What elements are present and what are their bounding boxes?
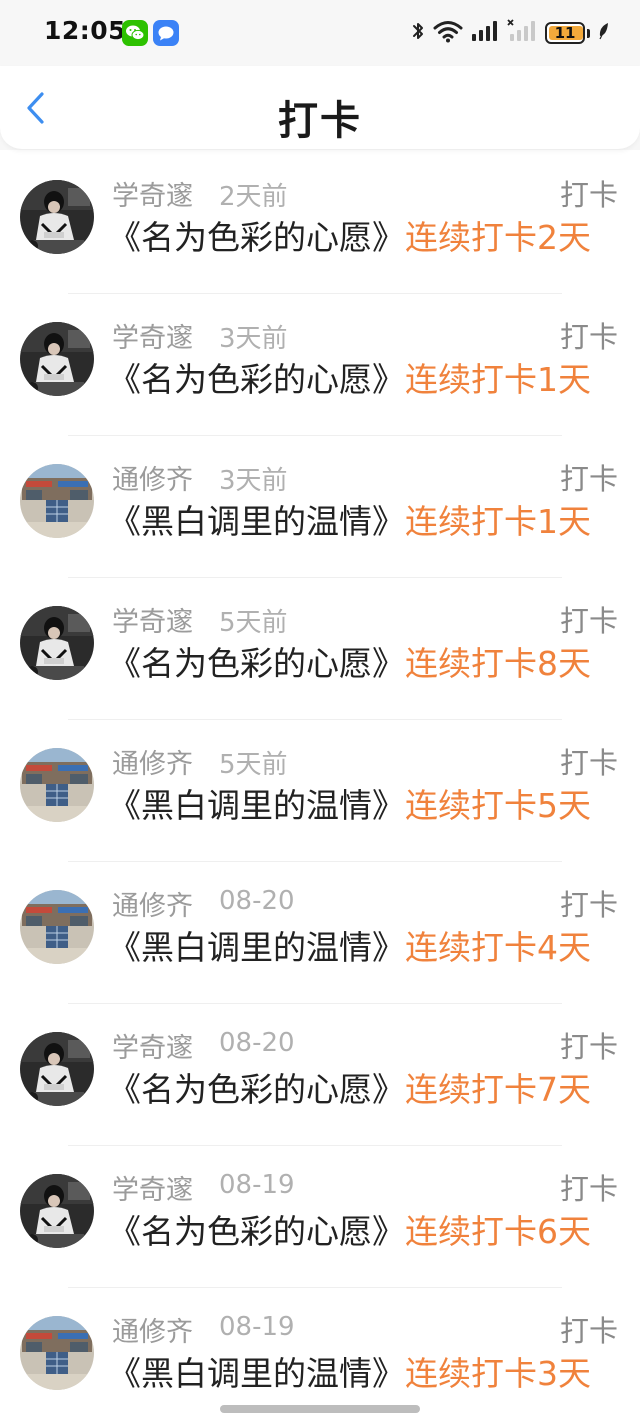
checkin-list: 学奇邃 2天前 打卡 《名为色彩的心愿》连续打卡2天 学奇邃 3天前 打卡 《名…: [0, 152, 640, 1424]
streak-label: 连续打卡2天: [405, 218, 591, 257]
home-indicator[interactable]: [220, 1405, 420, 1413]
action-label: 打卡: [559, 1030, 618, 1064]
checkin-content: 《名为色彩的心愿》连续打卡7天: [108, 1070, 591, 1110]
action-label: 打卡: [559, 178, 618, 212]
streak-label: 连续打卡1天: [405, 502, 591, 541]
message-icon: [153, 20, 179, 46]
status-bar: 12:05 11: [0, 0, 640, 66]
user-name[interactable]: 学奇邃: [112, 1168, 193, 1207]
streak-label: 连续打卡5天: [405, 786, 591, 825]
streak-label: 连续打卡6天: [405, 1212, 591, 1251]
action-label: 打卡: [559, 1172, 618, 1206]
battery-icon: 11: [545, 22, 585, 44]
checkin-content: 《黑白调里的温情》连续打卡5天: [108, 786, 591, 826]
streak-label: 连续打卡8天: [405, 644, 591, 683]
user-name[interactable]: 学奇邃: [112, 174, 193, 213]
book-title[interactable]: 《名为色彩的心愿》: [108, 218, 405, 257]
book-title[interactable]: 《名为色彩的心愿》: [108, 1212, 405, 1251]
streak-label: 连续打卡3天: [405, 1354, 591, 1393]
avatar-storefront-photo[interactable]: [20, 890, 94, 964]
avatar-storefront-photo[interactable]: [20, 464, 94, 538]
time-ago: 3天前: [219, 466, 288, 496]
avatar-storefront-photo[interactable]: [20, 1316, 94, 1390]
streak-label: 连续打卡1天: [405, 360, 591, 399]
nav-header: 打卡: [0, 66, 640, 150]
action-label: 打卡: [559, 746, 618, 780]
status-time: 12:05: [44, 16, 127, 45]
time-ago: 08-19: [219, 1312, 295, 1342]
user-name[interactable]: 通修齐: [112, 1310, 193, 1349]
time-ago: 08-20: [219, 1028, 295, 1058]
time-ago: 08-20: [219, 886, 295, 916]
checkin-content: 《名为色彩的心愿》连续打卡1天: [108, 360, 591, 400]
checkin-content: 《黑白调里的温情》连续打卡3天: [108, 1354, 591, 1394]
user-name[interactable]: 通修齐: [112, 742, 193, 781]
user-name[interactable]: 通修齐: [112, 884, 193, 923]
checkin-content: 《名为色彩的心愿》连续打卡2天: [108, 218, 591, 258]
time-ago: 08-19: [219, 1170, 295, 1200]
list-item[interactable]: 通修齐 5天前 打卡 《黑白调里的温情》连续打卡5天: [0, 720, 640, 862]
streak-label: 连续打卡7天: [405, 1070, 591, 1109]
checkin-content: 《黑白调里的温情》连续打卡1天: [108, 502, 591, 542]
list-item[interactable]: 学奇邃 5天前 打卡 《名为色彩的心愿》连续打卡8天: [0, 578, 640, 720]
avatar-dark-photo[interactable]: [20, 1032, 94, 1106]
book-title[interactable]: 《名为色彩的心愿》: [108, 1070, 405, 1109]
time-ago: 5天前: [219, 608, 288, 638]
streak-label: 连续打卡4天: [405, 928, 591, 967]
checkin-content: 《名为色彩的心愿》连续打卡6天: [108, 1212, 591, 1252]
wechat-icon: [122, 20, 148, 46]
action-label: 打卡: [559, 462, 618, 496]
list-item[interactable]: 学奇邃 08-20 打卡 《名为色彩的心愿》连续打卡7天: [0, 1004, 640, 1146]
avatar-storefront-photo[interactable]: [20, 748, 94, 822]
action-label: 打卡: [559, 1314, 618, 1348]
list-item[interactable]: 通修齐 08-19 打卡 《黑白调里的温情》连续打卡3天: [0, 1288, 640, 1424]
book-title[interactable]: 《名为色彩的心愿》: [108, 360, 405, 399]
status-icons: 11: [411, 18, 610, 48]
book-title[interactable]: 《黑白调里的温情》: [108, 1354, 405, 1393]
time-ago: 5天前: [219, 750, 288, 780]
battery-percent: 11: [554, 23, 576, 42]
leaf-icon: [598, 21, 610, 45]
list-item[interactable]: 学奇邃 3天前 打卡 《名为色彩的心愿》连续打卡1天: [0, 294, 640, 436]
action-label: 打卡: [559, 604, 618, 638]
book-title[interactable]: 《黑白调里的温情》: [108, 928, 405, 967]
checkin-content: 《黑白调里的温情》连续打卡4天: [108, 928, 591, 968]
battery-tip: [587, 28, 590, 38]
list-item[interactable]: 学奇邃 08-19 打卡 《名为色彩的心愿》连续打卡6天: [0, 1146, 640, 1288]
list-item[interactable]: 学奇邃 2天前 打卡 《名为色彩的心愿》连续打卡2天: [0, 152, 640, 294]
signal-no-service-icon: [507, 19, 537, 47]
screen: 12:05 11 打卡 学奇邃 2天前 打卡 《名为色彩的心愿》连续打卡2天 学…: [0, 0, 640, 1424]
user-name[interactable]: 通修齐: [112, 458, 193, 497]
avatar-dark-photo[interactable]: [20, 322, 94, 396]
checkin-content: 《名为色彩的心愿》连续打卡8天: [108, 644, 591, 684]
book-title[interactable]: 《黑白调里的温情》: [108, 786, 405, 825]
action-label: 打卡: [559, 320, 618, 354]
time-ago: 3天前: [219, 324, 288, 354]
bluetooth-icon: [411, 19, 425, 47]
signal-icon: [471, 19, 499, 47]
user-name[interactable]: 学奇邃: [112, 316, 193, 355]
avatar-dark-photo[interactable]: [20, 606, 94, 680]
user-name[interactable]: 学奇邃: [112, 1026, 193, 1065]
page-title: 打卡: [278, 98, 362, 144]
time-ago: 2天前: [219, 182, 288, 212]
action-label: 打卡: [559, 888, 618, 922]
wifi-icon: [433, 19, 463, 47]
book-title[interactable]: 《黑白调里的温情》: [108, 502, 405, 541]
avatar-dark-photo[interactable]: [20, 180, 94, 254]
list-item[interactable]: 通修齐 3天前 打卡 《黑白调里的温情》连续打卡1天: [0, 436, 640, 578]
avatar-dark-photo[interactable]: [20, 1174, 94, 1248]
list-item[interactable]: 通修齐 08-20 打卡 《黑白调里的温情》连续打卡4天: [0, 862, 640, 1004]
user-name[interactable]: 学奇邃: [112, 600, 193, 639]
book-title[interactable]: 《名为色彩的心愿》: [108, 644, 405, 683]
